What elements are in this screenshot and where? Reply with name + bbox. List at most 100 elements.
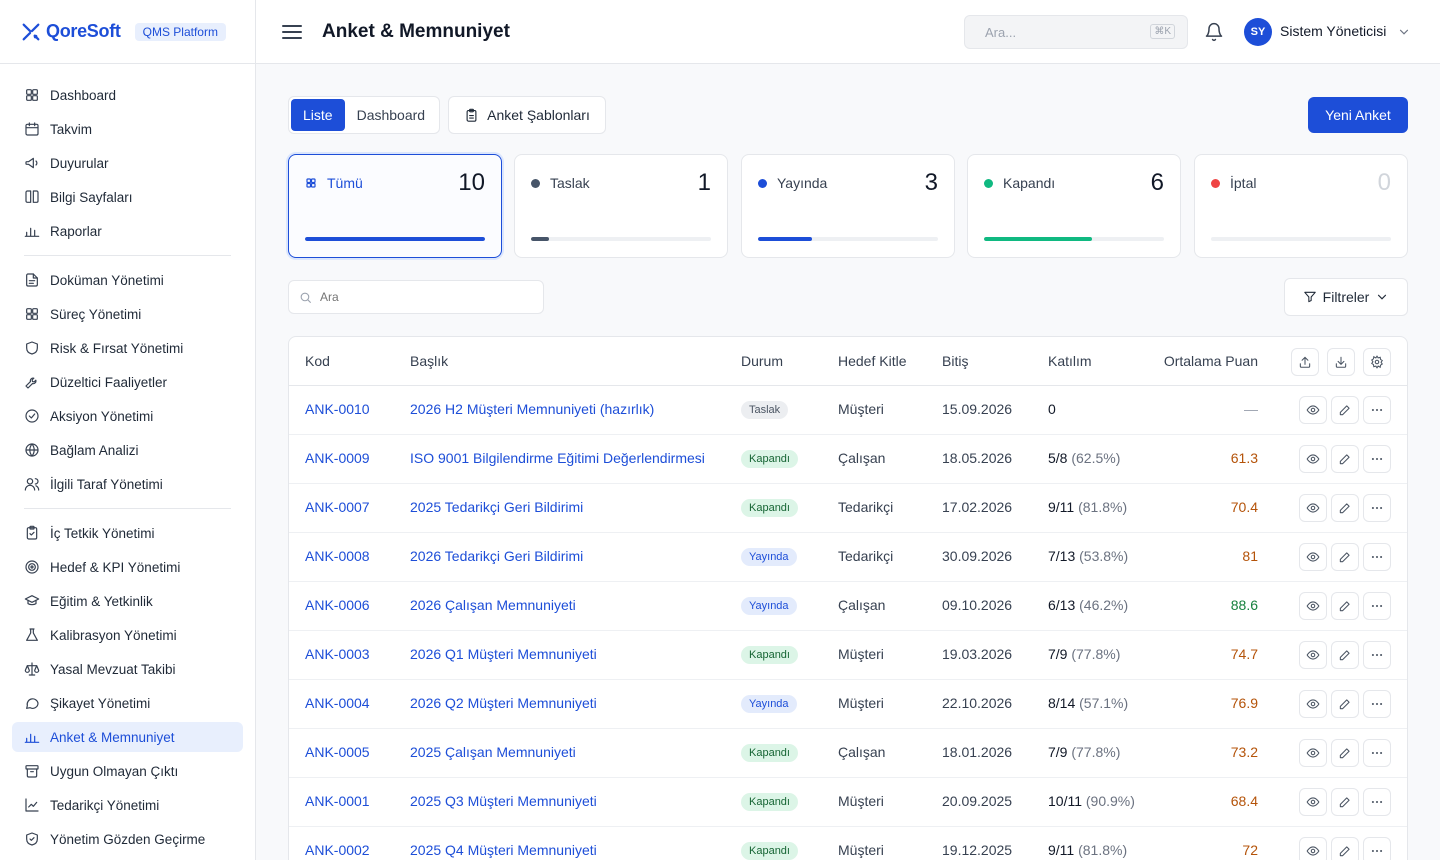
table-row[interactable]: ANK-0005 2025 Çalışan Memnuniyeti Kapandı Ç… [289,729,1407,778]
stat-card-tumu[interactable]: Tümü 10 [288,154,502,258]
sidebar-item-duyurular[interactable]: Duyurular [12,148,243,178]
sidebar-item-takvim[interactable]: Takvim [12,114,243,144]
survey-code-link[interactable]: ANK-0009 [305,450,370,466]
view-button[interactable] [1299,837,1327,860]
edit-button[interactable] [1331,592,1359,620]
edit-button[interactable] [1331,396,1359,424]
sidebar-item-anket-memnuniyet[interactable]: Anket & Memnuniyet [12,722,243,752]
menu-toggle-button[interactable] [282,22,302,42]
edit-button[interactable] [1331,690,1359,718]
survey-title-link[interactable]: 2026 Q2 Müşteri Memnuniyeti [410,695,597,711]
table-row[interactable]: ANK-0003 2026 Q1 Müşteri Memnuniyeti Kapan… [289,631,1407,680]
view-button[interactable] [1299,788,1327,816]
view-button[interactable] [1299,641,1327,669]
edit-button[interactable] [1331,641,1359,669]
view-button[interactable] [1299,690,1327,718]
sidebar-item-sikayet-yonetimi[interactable]: Şikayet Yönetimi [12,688,243,718]
more-button[interactable] [1363,690,1391,718]
view-list-button[interactable]: Liste [291,99,345,131]
sidebar-item-dokuman-yonetimi[interactable]: Doküman Yönetimi [12,265,243,295]
view-button[interactable] [1299,445,1327,473]
table-row[interactable]: ANK-0010 2026 H2 Müşteri Memnuniyeti (haz… [289,386,1407,435]
survey-title-link[interactable]: 2026 Q1 Müşteri Memnuniyeti [410,646,597,662]
sidebar-item-raporlar[interactable]: Raporlar [12,216,243,246]
user-name[interactable]: Sistem Yöneticisi [1280,23,1386,39]
table-row[interactable]: ANK-0001 2025 Q3 Müşteri Memnuniyeti Kapan… [289,778,1407,827]
list-search[interactable] [288,280,544,314]
edit-button[interactable] [1331,445,1359,473]
more-button[interactable] [1363,592,1391,620]
edit-button[interactable] [1331,739,1359,767]
col-participation[interactable]: Katılım [1048,353,1092,369]
survey-title-link[interactable]: ISO 9001 Bilgilendirme Eğitimi Değerlend… [410,450,705,466]
table-row[interactable]: ANK-0009 ISO 9001 Bilgilendirme Eğitimi D… [289,435,1407,484]
sidebar-item-duzeltici-faaliyetler[interactable]: Düzeltici Faaliyetler [12,367,243,397]
table-row[interactable]: ANK-0002 2025 Q4 Müşteri Memnuniyeti Kapan… [289,827,1407,860]
survey-code-link[interactable]: ANK-0003 [305,646,370,662]
new-survey-button[interactable]: Yeni Anket [1308,97,1408,133]
more-button[interactable] [1363,445,1391,473]
survey-title-link[interactable]: 2026 Çalışan Memnuniyeti [410,597,576,613]
edit-button[interactable] [1331,494,1359,522]
edit-button[interactable] [1331,837,1359,860]
sidebar-item-yonetim-gozden-gecirme[interactable]: Yönetim Gözden Geçirme [12,824,243,854]
col-code[interactable]: Kod [305,353,330,369]
filters-button[interactable]: Filtreler [1284,278,1408,316]
view-dashboard-button[interactable]: Dashboard [345,99,438,131]
col-audience[interactable]: Hedef Kitle [838,353,906,369]
sidebar-item-surec-yonetimi[interactable]: Süreç Yönetimi [12,299,243,329]
sidebar-item-tedarikci-yonetimi[interactable]: Tedarikçi Yönetimi [12,790,243,820]
col-end-date[interactable]: Bitiş [942,353,968,369]
stat-card-yayinda[interactable]: Yayında 3 [741,154,955,258]
survey-code-link[interactable]: ANK-0006 [305,597,370,613]
view-button[interactable] [1299,396,1327,424]
more-button[interactable] [1363,837,1391,860]
sidebar-item-hedef-kpi-yonetimi[interactable]: Hedef & KPI Yönetimi [12,552,243,582]
survey-title-link[interactable]: 2025 Çalışan Memnuniyeti [410,744,576,760]
sidebar-item-egitim-yetkinlik[interactable]: Eğitim & Yetkinlik [12,586,243,616]
avatar[interactable]: SY [1244,18,1272,46]
col-average-score[interactable]: Ortalama Puan [1164,353,1258,369]
stat-card-iptal[interactable]: İptal 0 [1194,154,1408,258]
sidebar-item-aksiyon-yonetimi[interactable]: Aksiyon Yönetimi [12,401,243,431]
survey-code-link[interactable]: ANK-0004 [305,695,370,711]
survey-code-link[interactable]: ANK-0007 [305,499,370,515]
more-button[interactable] [1363,641,1391,669]
view-button[interactable] [1299,592,1327,620]
global-search-input[interactable]: Ara... ⌘K [964,15,1188,49]
more-button[interactable] [1363,494,1391,522]
more-button[interactable] [1363,739,1391,767]
stat-card-taslak[interactable]: Taslak 1 [514,154,728,258]
brand-logo[interactable]: QoreSoft [20,21,121,43]
survey-title-link[interactable]: 2026 Tedarikçi Geri Bildirimi [410,548,583,564]
edit-button[interactable] [1331,543,1359,571]
view-button[interactable] [1299,543,1327,571]
list-search-input[interactable] [320,290,520,304]
survey-title-link[interactable]: 2025 Q3 Müşteri Memnuniyeti [410,793,597,809]
table-row[interactable]: ANK-0006 2026 Çalışan Memnuniyeti Yayında Ç… [289,582,1407,631]
view-button[interactable] [1299,494,1327,522]
view-button[interactable] [1299,739,1327,767]
survey-title-link[interactable]: 2026 H2 Müşteri Memnuniyeti (hazırlık) [410,401,654,417]
more-button[interactable] [1363,788,1391,816]
sidebar-item-dashboard[interactable]: Dashboard [12,80,243,110]
sidebar-item-bilgi-sayfalari[interactable]: Bilgi Sayfaları [12,182,243,212]
stat-card-kapandi[interactable]: Kapandı 6 [967,154,1181,258]
survey-code-link[interactable]: ANK-0002 [305,842,370,858]
sidebar-item-uygun-olmayan-cikti[interactable]: Uygun Olmayan Çıktı [12,756,243,786]
col-title[interactable]: Başlık [410,353,448,369]
sidebar-item-kalibrasyon-yonetimi[interactable]: Kalibrasyon Yönetimi [12,620,243,650]
col-status[interactable]: Durum [741,353,783,369]
survey-title-link[interactable]: 2025 Q4 Müşteri Memnuniyeti [410,842,597,858]
survey-code-link[interactable]: ANK-0001 [305,793,370,809]
more-button[interactable] [1363,543,1391,571]
sidebar-item-baglam-analizi[interactable]: Bağlam Analizi [12,435,243,465]
survey-code-link[interactable]: ANK-0008 [305,548,370,564]
upload-button[interactable] [1291,348,1319,376]
survey-templates-button[interactable]: Anket Şablonları [448,96,606,134]
survey-title-link[interactable]: 2025 Tedarikçi Geri Bildirimi [410,499,583,515]
sidebar-item-yasal-mevzuat-takibi[interactable]: Yasal Mevzuat Takibi [12,654,243,684]
table-row[interactable]: ANK-0008 2026 Tedarikçi Geri Bildirimi Yay… [289,533,1407,582]
more-button[interactable] [1363,396,1391,424]
survey-code-link[interactable]: ANK-0010 [305,401,370,417]
